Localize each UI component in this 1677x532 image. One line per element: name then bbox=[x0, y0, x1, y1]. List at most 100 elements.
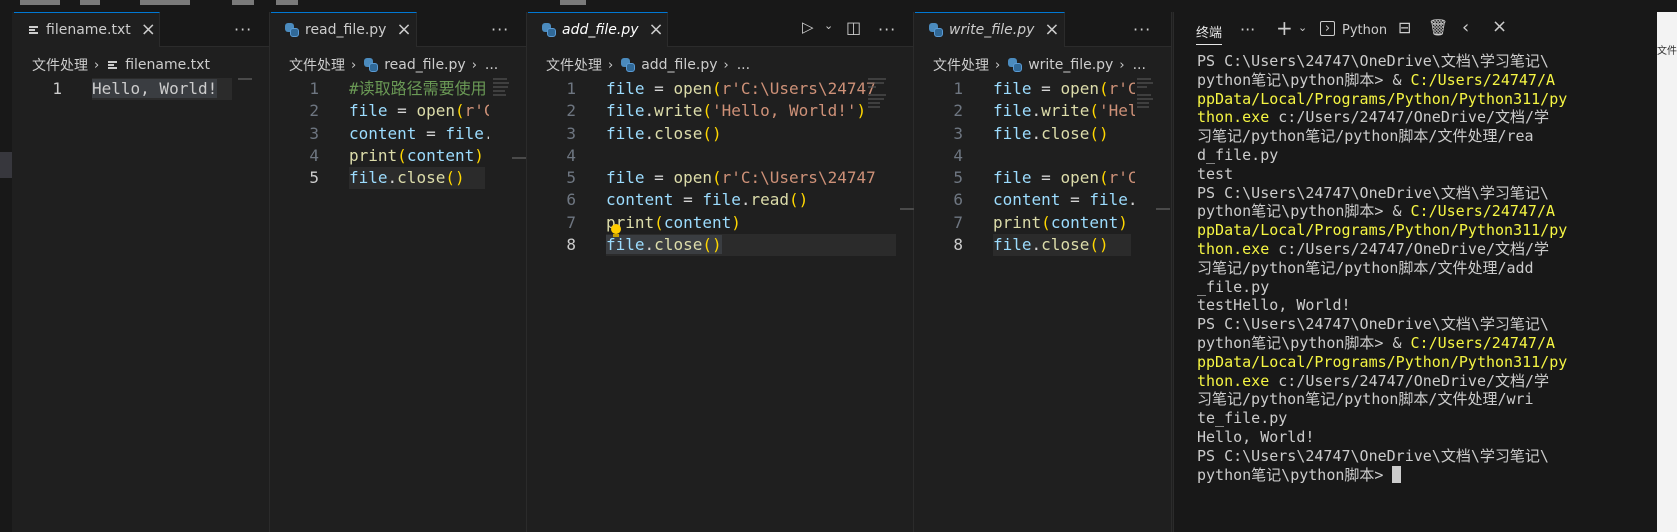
code-token: . bbox=[644, 123, 655, 143]
line-number: 2 bbox=[953, 101, 963, 121]
chevron-left-icon[interactable]: ‹ bbox=[1462, 17, 1469, 38]
code-line[interactable]: 7 print(content) bbox=[528, 212, 913, 234]
new-terminal-icon[interactable]: + bbox=[1276, 16, 1293, 40]
terminal-text: testHello, World! bbox=[1197, 296, 1351, 315]
close-tab-icon[interactable]: × bbox=[649, 21, 664, 39]
terminal-profile-label[interactable]: Python bbox=[1342, 23, 1387, 38]
activity-bar-active-item[interactable] bbox=[0, 152, 12, 178]
breadcrumb-folder[interactable]: 文件处理 bbox=[546, 55, 602, 75]
terminal-text: te_file.py bbox=[1197, 409, 1288, 428]
run-python-file-icon[interactable]: ▷ bbox=[802, 18, 815, 36]
lightbulb-icon[interactable] bbox=[610, 224, 622, 238]
breadcrumb-file[interactable]: write_file.py bbox=[1028, 57, 1113, 73]
more-actions-icon[interactable]: ··· bbox=[1133, 20, 1151, 39]
breadcrumb-folder[interactable]: 文件处理 bbox=[289, 55, 345, 75]
terminal-tab[interactable]: 终端 bbox=[1196, 22, 1223, 45]
more-actions-icon[interactable]: ··· bbox=[878, 20, 896, 39]
close-tab-icon[interactable]: × bbox=[141, 21, 156, 39]
line-number: 6 bbox=[566, 190, 576, 210]
chevron-down-icon[interactable]: ⌄ bbox=[824, 19, 834, 32]
code-line[interactable]: 4 bbox=[915, 145, 1171, 167]
terminal-text: python笔记\python脚本> & bbox=[1197, 202, 1411, 221]
code-editor[interactable]: 1 Hello, World! bbox=[14, 78, 269, 101]
breadcrumb-more[interactable]: ... bbox=[485, 57, 498, 73]
split-editor-icon[interactable]: ◫ bbox=[846, 18, 862, 37]
code-line[interactable]: 8 file.close() bbox=[528, 234, 913, 257]
code-line[interactable]: 6 content = file.r bbox=[915, 189, 1171, 211]
code-editor[interactable]: 1file = open(r'C2file.write('Hell3file.c… bbox=[915, 78, 1171, 257]
trash-icon[interactable]: 🗑 bbox=[1428, 18, 1448, 37]
close-icon[interactable]: × bbox=[1492, 16, 1507, 37]
code-line[interactable]: 5 file = open(r'C bbox=[915, 167, 1171, 189]
code-token: close bbox=[397, 168, 446, 188]
tab-filename-txt[interactable]: filename.txt × bbox=[14, 12, 160, 47]
code-token: file bbox=[606, 168, 645, 188]
code-token: file bbox=[702, 190, 741, 210]
terminal-icon[interactable]: › bbox=[1320, 21, 1335, 36]
tab-read-file[interactable]: read_file.py × bbox=[271, 12, 417, 47]
code-line[interactable]: 1 Hello, World! bbox=[14, 78, 269, 101]
close-tab-icon[interactable]: × bbox=[1044, 21, 1059, 39]
code-token: = bbox=[644, 79, 674, 98]
terminal-output[interactable]: PS C:\Users\24747\OneDrive\文档\学习笔记\ pytho… bbox=[1197, 52, 1677, 484]
more-actions-icon[interactable]: ··· bbox=[491, 20, 509, 39]
code-line[interactable]: 4 bbox=[528, 145, 913, 167]
terminal-text: thon.exe bbox=[1197, 371, 1270, 390]
terminal-text: C:/Users/24747/A bbox=[1410, 333, 1556, 352]
code-token: () bbox=[1089, 123, 1109, 143]
tab-bar: filename.txt × ··· bbox=[14, 12, 269, 47]
line-number: 7 bbox=[953, 212, 963, 232]
code-line[interactable]: 5 file = open(r'C:\Users\24747 bbox=[528, 167, 913, 189]
code-line[interactable]: 5 file.close() bbox=[271, 167, 526, 190]
code-token: file bbox=[445, 123, 484, 143]
code-line[interactable]: 3 file.close() bbox=[915, 123, 1171, 145]
more-actions-icon[interactable]: ··· bbox=[1240, 20, 1255, 39]
code-editor[interactable]: 1 #读取路径需要使用 2 file = open(r'C 3 content = fil… bbox=[271, 78, 526, 190]
tab-write-file[interactable]: write_file.py × bbox=[915, 12, 1065, 47]
code-token: r'C bbox=[464, 101, 489, 121]
breadcrumb-folder[interactable]: 文件处理 bbox=[933, 55, 989, 75]
minimap[interactable] bbox=[868, 78, 888, 110]
breadcrumb-file[interactable]: filename.txt bbox=[125, 57, 210, 73]
breadcrumb-file[interactable]: add_file.py bbox=[641, 57, 717, 73]
close-tab-icon[interactable]: × bbox=[396, 21, 411, 39]
breadcrumb-more[interactable]: ... bbox=[1133, 57, 1146, 73]
code-line[interactable]: 2 file.write('Hello, World!') bbox=[528, 100, 913, 122]
breadcrumb-file[interactable]: read_file.py bbox=[384, 57, 465, 73]
more-actions-icon[interactable]: ··· bbox=[234, 20, 252, 39]
code-token: file bbox=[993, 101, 1032, 121]
line-number: 1 bbox=[309, 79, 319, 98]
breadcrumb-more[interactable]: ... bbox=[737, 57, 750, 73]
code-line[interactable]: 1 file = open(r'C:\Users\24747 bbox=[528, 78, 913, 100]
code-line[interactable]: 2 file.write('Hell bbox=[915, 100, 1171, 122]
code-token: content bbox=[606, 190, 674, 210]
code-line[interactable]: 8 file.close() bbox=[915, 234, 1171, 257]
tab-add-file[interactable]: add_file.py × bbox=[528, 12, 668, 47]
terminal-line: python笔记\python脚本> & C:/Users/24747/A bbox=[1197, 334, 1677, 353]
terminal-line: python笔记\python脚本> & C:/Users/24747/A bbox=[1197, 71, 1677, 90]
code-line[interactable]: 6 content = file.read() bbox=[528, 189, 913, 211]
editor-group-filename-txt: filename.txt × ··· 文件处理 › filename.txt 1… bbox=[14, 12, 270, 532]
terminal-text: PS C:\Users\24747\OneDrive\文档\学习笔记\ bbox=[1197, 315, 1549, 334]
code-line[interactable]: 3 file.close() bbox=[528, 123, 913, 145]
code-token: = bbox=[1031, 168, 1061, 188]
editor-group-read-file: read_file.py × ··· 文件处理 › read_file.py ›… bbox=[271, 12, 527, 532]
code-editor[interactable]: 1 file = open(r'C:\Users\24747 2 file.write… bbox=[528, 78, 913, 257]
code-token: ( bbox=[397, 145, 407, 165]
terminal-text: ppData/Local/Programs/Python/Python311/p… bbox=[1197, 89, 1568, 108]
split-terminal-icon[interactable]: ⊟ bbox=[1398, 18, 1411, 37]
minimap[interactable] bbox=[493, 78, 513, 98]
code-line[interactable]: 3 content = file.r bbox=[271, 123, 526, 145]
code-line[interactable]: 1 file = open(r'C bbox=[915, 78, 1171, 100]
minimap[interactable] bbox=[1137, 78, 1157, 110]
code-line[interactable]: 7 print(content) bbox=[915, 212, 1171, 234]
chevron-down-icon[interactable]: ⌄ bbox=[1298, 21, 1307, 34]
terminal-line: python笔记\python脚本> & C:/Users/24747/A bbox=[1197, 202, 1677, 221]
code-token: .r bbox=[484, 124, 489, 143]
code-line[interactable]: 2 file = open(r'C bbox=[271, 100, 526, 122]
line-number: 1 bbox=[566, 79, 576, 98]
breadcrumb-folder[interactable]: 文件处理 bbox=[32, 55, 88, 75]
tab-label: write_file.py bbox=[949, 22, 1035, 38]
code-line[interactable]: 4 print(content) bbox=[271, 145, 526, 167]
code-line[interactable]: 1 #读取路径需要使用 bbox=[271, 78, 526, 100]
